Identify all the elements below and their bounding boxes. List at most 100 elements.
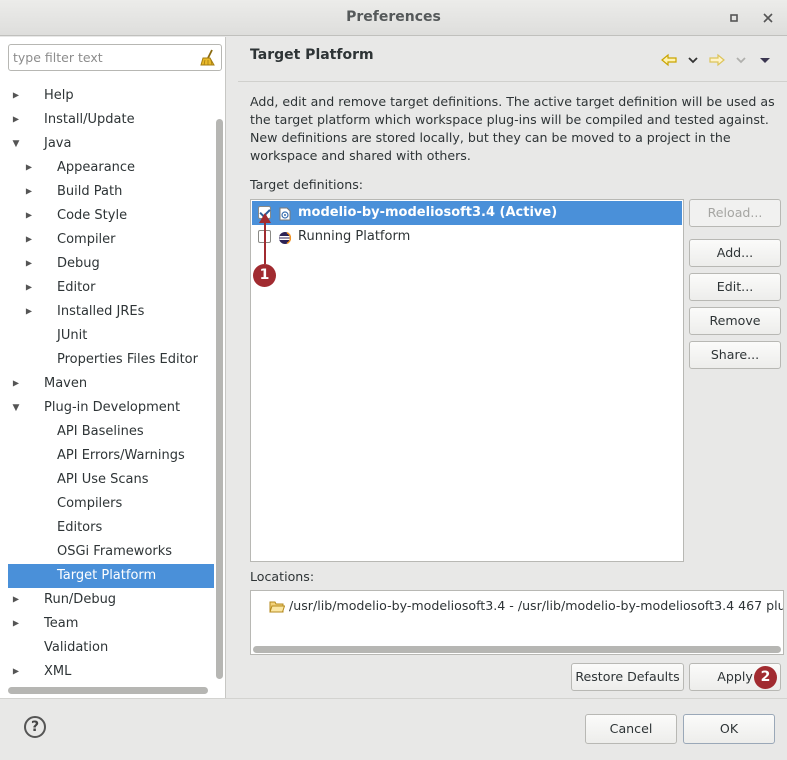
minimize-icon[interactable] [725, 9, 743, 27]
collapsed-arrow-icon[interactable]: ▶ [24, 254, 34, 273]
target-definition-label: modelio-by-modeliosoft3.4 (Active) [298, 205, 558, 220]
tree-vertical-scrollbar[interactable] [215, 119, 224, 693]
tree-item[interactable]: ▶ Appearance [8, 156, 214, 180]
tree-item-label: Help [44, 88, 74, 103]
header-divider [238, 81, 787, 82]
edit-button[interactable]: Edit... [689, 273, 781, 301]
expanded-arrow-icon[interactable]: ▼ [11, 397, 22, 419]
locations-label: Locations: [250, 569, 315, 584]
tree-item-label: Run/Debug [44, 592, 117, 607]
tree-item-label: Team [44, 616, 79, 631]
target-definitions-label: Target definitions: [250, 177, 364, 192]
tree-item[interactable]: Target Platform [8, 564, 214, 588]
forward-history-chevron-icon[interactable] [733, 52, 749, 68]
tree-item[interactable]: Validation [8, 636, 214, 660]
tree-item[interactable]: Properties Files Editor [8, 348, 214, 372]
tree-item-label: Build Path [57, 184, 123, 199]
tree-item-label: Maven [44, 376, 88, 391]
view-menu-icon[interactable] [757, 52, 773, 68]
tree-item-label: XML [44, 664, 72, 679]
collapsed-arrow-icon[interactable]: ▶ [11, 110, 21, 129]
preferences-tree: ▶ Help ▶ Install/Update ▼ Java ▶ Appearance ▶ Bui… [0, 84, 214, 684]
location-path: /usr/lib/modelio-by-modeliosoft3.4 - /us… [289, 598, 784, 613]
tree-item[interactable]: ▶ Editor [8, 276, 214, 300]
tree-horizontal-scrollbar[interactable] [8, 687, 208, 694]
collapsed-arrow-icon[interactable]: ▶ [24, 230, 34, 249]
tree-item[interactable]: ▶ XML [8, 660, 214, 684]
annotation-badge-2: 2 [754, 666, 777, 689]
tree-item[interactable]: API Use Scans [8, 468, 214, 492]
target-definition-row[interactable]: Running Platform [252, 225, 682, 249]
tree-item[interactable]: Compilers [8, 492, 214, 516]
broom-icon[interactable] [200, 49, 216, 67]
tree-item[interactable]: ▶ Debug [8, 252, 214, 276]
tree-item-label: JUnit [57, 328, 88, 343]
add-button[interactable]: Add... [689, 239, 781, 267]
collapsed-arrow-icon[interactable]: ▶ [11, 590, 21, 609]
target-definition-row[interactable]: modelio-by-modeliosoft3.4 (Active) [252, 201, 682, 225]
tree-item[interactable]: OSGi Frameworks [8, 540, 214, 564]
tree-item-label: Install/Update [44, 112, 135, 127]
preference-page: Target Platform Add, edit and remove tar… [238, 37, 787, 698]
cancel-button[interactable]: Cancel [585, 714, 677, 744]
collapsed-arrow-icon[interactable]: ▶ [11, 86, 21, 105]
tree-item-label: API Baselines [57, 424, 144, 439]
locations-horizontal-scrollbar[interactable] [253, 646, 781, 653]
target-definitions-list[interactable]: modelio-by-modeliosoft3.4 (Active) Runni… [250, 199, 684, 562]
scrollbar-thumb[interactable] [216, 119, 223, 679]
tree-item[interactable]: ▶ Build Path [8, 180, 214, 204]
tree-item-label: Editor [57, 280, 96, 295]
close-icon[interactable] [759, 9, 777, 27]
tree-item[interactable]: ▶ Team [8, 612, 214, 636]
tree-item[interactable]: ▼ Plug-in Development [8, 396, 214, 420]
share-button[interactable]: Share... [689, 341, 781, 369]
back-history-chevron-icon[interactable] [685, 52, 701, 68]
tree-item[interactable]: API Errors/Warnings [8, 444, 214, 468]
tree-item-label: Properties Files Editor [57, 352, 198, 367]
collapsed-arrow-icon[interactable]: ▶ [24, 182, 34, 201]
tree-item[interactable]: ▶ Run/Debug [8, 588, 214, 612]
collapsed-arrow-icon[interactable]: ▶ [24, 158, 34, 177]
tree-item[interactable]: ▶ Code Style [8, 204, 214, 228]
locations-list[interactable]: /usr/lib/modelio-by-modeliosoft3.4 - /us… [250, 590, 784, 655]
tree-item-label: Target Platform [57, 568, 157, 583]
tree-item[interactable]: ▶ Maven [8, 372, 214, 396]
title-bar: Preferences [0, 0, 787, 36]
preferences-navigation: ▶ Help ▶ Install/Update ▼ Java ▶ Appearance ▶ Bui… [0, 37, 226, 698]
restore-defaults-button[interactable]: Restore Defaults [571, 663, 684, 691]
filter-input[interactable] [13, 48, 193, 67]
tree-item-label: Installed JREs [57, 304, 145, 319]
reload-button[interactable]: Reload... [689, 199, 781, 227]
tree-item[interactable]: ▶ Help [8, 84, 214, 108]
collapsed-arrow-icon[interactable]: ▶ [24, 278, 34, 297]
tree-item-label: API Use Scans [57, 472, 149, 487]
collapsed-arrow-icon[interactable]: ▶ [24, 206, 34, 225]
tree-item[interactable]: ▶ Install/Update [8, 108, 214, 132]
help-icon[interactable]: ? [24, 716, 46, 738]
collapsed-arrow-icon[interactable]: ▶ [11, 374, 21, 393]
folder-icon [269, 599, 286, 613]
remove-button[interactable]: Remove [689, 307, 781, 335]
dialog-button-bar: ? Cancel OK [0, 698, 787, 760]
forward-arrow-icon[interactable] [709, 52, 725, 68]
tree-item[interactable]: ▼ Java [8, 132, 214, 156]
tree-item-label: Debug [57, 256, 100, 271]
collapsed-arrow-icon[interactable]: ▶ [24, 302, 34, 321]
eclipse-icon [278, 230, 292, 245]
tree-item[interactable]: JUnit [8, 324, 214, 348]
collapsed-arrow-icon[interactable]: ▶ [11, 662, 21, 681]
back-arrow-icon[interactable] [661, 52, 677, 68]
ok-button[interactable]: OK [683, 714, 775, 744]
page-description: Add, edit and remove target definitions.… [250, 94, 775, 163]
tree-item-label: Appearance [57, 160, 136, 175]
tree-item[interactable]: API Baselines [8, 420, 214, 444]
collapsed-arrow-icon[interactable]: ▶ [11, 614, 21, 633]
expanded-arrow-icon[interactable]: ▼ [11, 133, 22, 155]
tree-item-label: Java [44, 136, 72, 151]
page-title: Target Platform [250, 47, 374, 63]
tree-item[interactable]: ▶ Installed JREs [8, 300, 214, 324]
tree-item[interactable]: Editors [8, 516, 214, 540]
filter-field[interactable] [8, 44, 222, 71]
tree-item[interactable]: ▶ Compiler [8, 228, 214, 252]
tree-item-label: Editors [57, 520, 103, 535]
